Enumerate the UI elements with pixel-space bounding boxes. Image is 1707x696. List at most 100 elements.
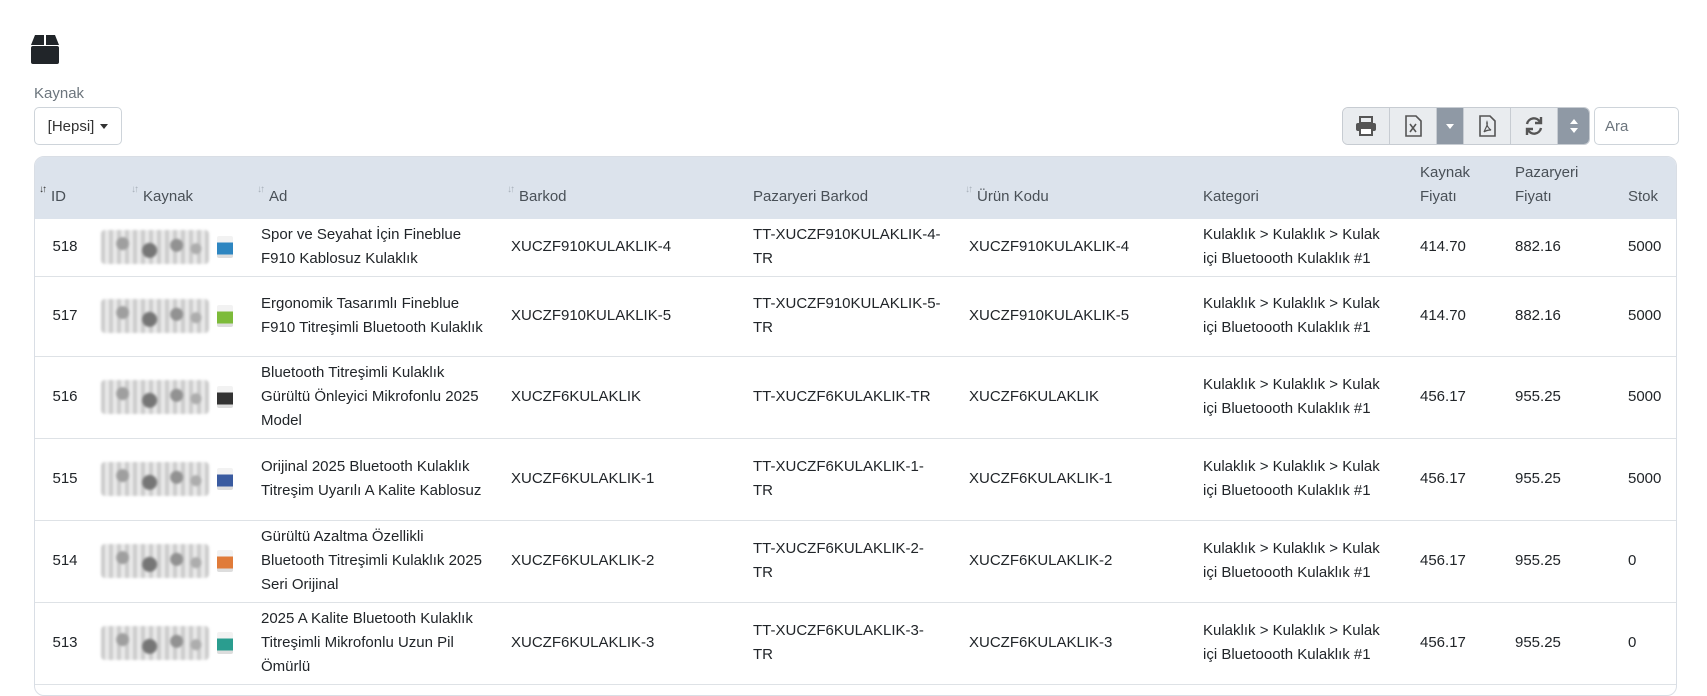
cell-id: 513	[52, 634, 78, 651]
cell-kaynak-fiyati: 414.70	[1420, 238, 1466, 256]
table-row[interactable]: 515 Orijinal 2025 Bluetooth Kulaklık Titr…	[35, 438, 1676, 520]
cell-pazaryeri-fiyati: 955.25	[1515, 634, 1561, 651]
sort-icon: ↓↑	[507, 184, 515, 195]
sort-desc-icon: ↓↑	[39, 184, 47, 195]
pdf-export-button[interactable]	[1464, 108, 1511, 144]
cell-kaynak-fiyati: 456.17	[1420, 470, 1466, 487]
cell-kaynak	[95, 356, 255, 438]
product-thumbnail[interactable]	[217, 468, 233, 490]
col-header-pazaryeri-barkod[interactable]: Pazaryeri Barkod	[739, 157, 963, 219]
cell-barkod: XUCZF6KULAKLIK	[511, 388, 642, 405]
table-row[interactable]: 518 Spor ve Seyahat İçin Fineblue F910 Ka…	[35, 219, 1676, 276]
refresh-icon	[1525, 117, 1543, 135]
cell-ad: Orijinal 2025 Bluetooth Kulaklık Titreşi…	[261, 458, 482, 499]
cell-kaynak-fiyati: 414.70	[1420, 307, 1466, 324]
product-thumbnail[interactable]	[217, 386, 233, 408]
cell-urun-kodu: XUCZF910KULAKLIK-5	[969, 307, 1130, 324]
cell-kategori: Kulaklık > Kulaklık > Kulak içi Bluetooo…	[1203, 226, 1380, 268]
col-header-stok[interactable]: Stok	[1616, 157, 1676, 219]
cell-stok: 5000	[1628, 470, 1662, 487]
cell-id: 514	[52, 552, 78, 569]
cell-urun-kodu: XUCZF6KULAKLIK	[969, 388, 1100, 405]
cell-stok: 5000	[1628, 238, 1662, 256]
cell-kategori: Kulaklık > Kulaklık > Kulak içi Bluetooo…	[1203, 295, 1380, 336]
cell-pazaryeri-barkod: TT-XUCZF6KULAKLIK-3-TR	[753, 622, 924, 663]
column-sort-button[interactable]	[1558, 108, 1589, 144]
print-button[interactable]	[1343, 108, 1390, 144]
cell-kaynak	[95, 276, 255, 356]
cell-urun-kodu: XUCZF6KULAKLIK-1	[969, 470, 1113, 487]
cell-kaynak-fiyati: 456.17	[1420, 552, 1466, 569]
col-header-kategori[interactable]: Kategori	[1197, 157, 1414, 219]
cell-barkod: XUCZF6KULAKLIK-2	[511, 552, 655, 569]
kaynak-filter-dropdown[interactable]: [Hepsi]	[34, 107, 122, 145]
table-toolbar	[1342, 107, 1590, 145]
cell-stok: 5000	[1628, 388, 1662, 405]
excel-icon	[1405, 115, 1422, 137]
cell-barkod: XUCZF6KULAKLIK-3	[511, 634, 655, 651]
cell-kategori: Kulaklık > Kulaklık > Kulak içi Bluetooo…	[1203, 540, 1380, 581]
cell-kaynak-fiyati: 456.17	[1420, 388, 1466, 405]
col-header-urun-kodu[interactable]: ↓↑ Ürün Kodu	[963, 157, 1197, 219]
source-logo	[101, 626, 209, 660]
cell-kategori: Kulaklık > Kulaklık > Kulak içi Bluetooo…	[1203, 376, 1380, 417]
cell-pazaryeri-fiyati: 955.25	[1515, 388, 1561, 405]
search-input[interactable]	[1594, 107, 1679, 145]
cell-ad: Ergonomik Tasarımlı Fineblue F910 Titreş…	[261, 295, 483, 336]
source-logo	[101, 230, 209, 265]
table-row[interactable]: 513 2025 A Kalite Bluetooth Kulaklık Titr…	[35, 602, 1676, 684]
cell-barkod: XUCZF910KULAKLIK-5	[511, 307, 672, 324]
cell-barkod: XUCZF910KULAKLIK-4	[511, 238, 672, 256]
cell-pazaryeri-barkod: TT-XUCZF6KULAKLIK-1-TR	[753, 458, 924, 499]
sort-icon: ↓↑	[131, 184, 139, 195]
cell-kaynak	[95, 438, 255, 520]
cell-kaynak	[95, 520, 255, 602]
refresh-button[interactable]	[1511, 108, 1558, 144]
cell-urun-kodu: XUCZF910KULAKLIK-4	[969, 238, 1130, 256]
cell-kaynak-fiyati: 456.17	[1420, 634, 1466, 651]
box-icon	[31, 35, 59, 64]
col-header-id[interactable]: ↓↑ ID	[35, 157, 95, 219]
table-row[interactable]: 514 Gürültü Azaltma Özellikli Bluetooth T…	[35, 520, 1676, 602]
table-row[interactable]: 517 Ergonomik Tasarımlı Fineblue F910 Tit…	[35, 276, 1676, 356]
caret-down-icon	[100, 123, 109, 129]
excel-export-button[interactable]	[1390, 108, 1437, 144]
col-header-barkod[interactable]: ↓↑ Barkod	[505, 157, 739, 219]
table-header-row: ↓↑ ID ↓↑ Kaynak ↓↑ Ad ↓↑ Barkod Pazaryeri Ba…	[35, 157, 1676, 219]
sort-icon: ↓↑	[965, 184, 973, 195]
source-logo	[101, 380, 209, 414]
product-thumbnail[interactable]	[217, 305, 233, 327]
cell-pazaryeri-barkod: TT-XUCZF910KULAKLIK-4-TR	[753, 226, 941, 268]
table-row[interactable]: 516 Bluetooth Titreşimli Kulaklık Gürültü…	[35, 356, 1676, 438]
cell-urun-kodu: XUCZF6KULAKLIK-3	[969, 634, 1113, 651]
cell-stok: 0	[1628, 552, 1637, 569]
col-header-pazaryeri-fiyati[interactable]: Pazaryeri Fiyatı	[1509, 157, 1616, 219]
cell-barkod: XUCZF6KULAKLIK-1	[511, 470, 655, 487]
cell-pazaryeri-fiyati: 882.16	[1515, 238, 1561, 256]
cell-ad: Gürültü Azaltma Özellikli Bluetooth Titr…	[261, 528, 482, 593]
cell-kaynak	[95, 602, 255, 684]
cell-pazaryeri-fiyati: 882.16	[1515, 307, 1561, 324]
col-header-ad[interactable]: ↓↑ Ad	[255, 157, 505, 219]
cell-pazaryeri-barkod: TT-XUCZF6KULAKLIK-TR	[753, 388, 931, 405]
kaynak-filter-value: [Hepsi]	[47, 117, 95, 135]
cell-urun-kodu: XUCZF6KULAKLIK-2	[969, 552, 1113, 569]
product-thumbnail[interactable]	[217, 632, 233, 654]
pdf-icon	[1479, 115, 1496, 137]
cell-pazaryeri-barkod: TT-XUCZF6KULAKLIK-2-TR	[753, 540, 924, 581]
kaynak-filter-label: Kaynak	[34, 85, 85, 102]
cell-pazaryeri-fiyati: 955.25	[1515, 552, 1561, 569]
cell-kategori: Kulaklık > Kulaklık > Kulak içi Bluetooo…	[1203, 458, 1380, 499]
export-options-button[interactable]	[1437, 108, 1464, 144]
product-table: ↓↑ ID ↓↑ Kaynak ↓↑ Ad ↓↑ Barkod Pazaryeri Ba…	[34, 156, 1677, 696]
cell-id: 517	[52, 307, 78, 324]
caret-down-icon	[1446, 123, 1454, 129]
cell-kategori: Kulaklık > Kulaklık > Kulak içi Bluetooo…	[1203, 622, 1380, 663]
col-header-kaynak-fiyati[interactable]: Kaynak Fiyatı	[1414, 157, 1509, 219]
col-header-kaynak[interactable]: ↓↑ Kaynak	[95, 157, 255, 219]
product-thumbnail[interactable]	[217, 550, 233, 572]
product-thumbnail[interactable]	[217, 236, 233, 259]
cell-ad: Spor ve Seyahat İçin Fineblue F910 Kablo…	[261, 226, 462, 268]
source-logo	[101, 462, 209, 496]
cell-id: 518	[52, 238, 78, 256]
